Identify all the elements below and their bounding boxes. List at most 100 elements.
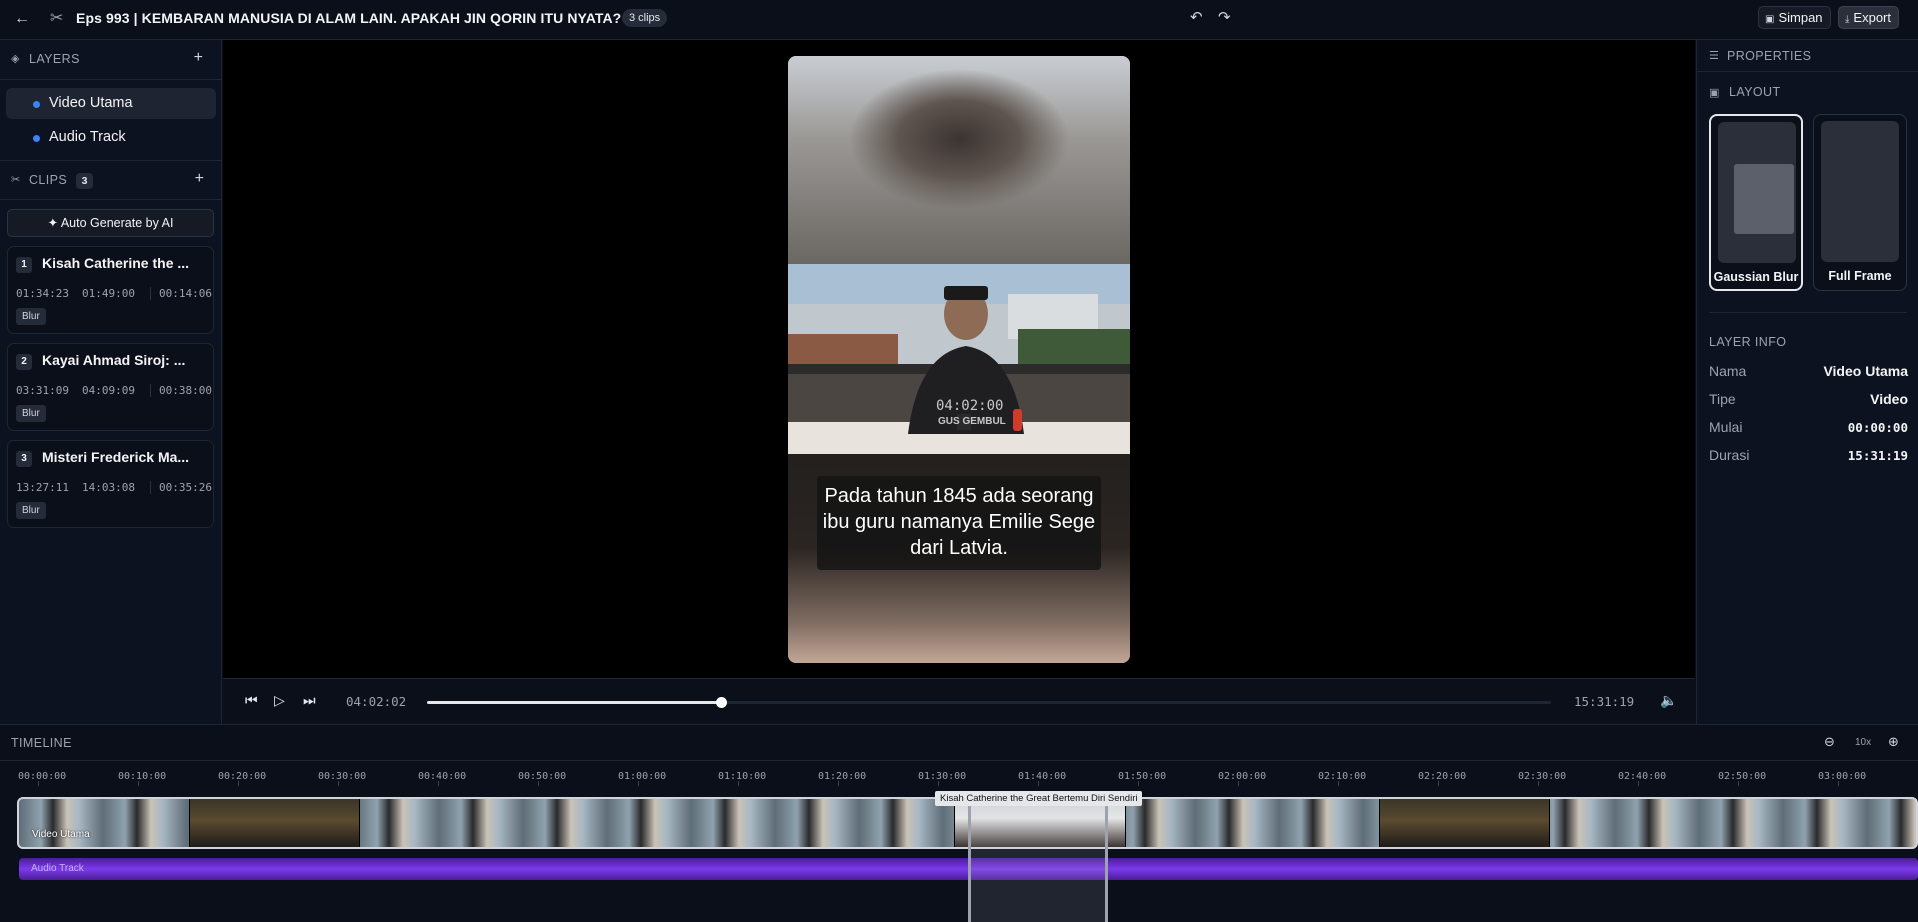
seek-bar-handle[interactable]	[716, 697, 728, 708]
clip-layout-tag: Blur	[16, 308, 46, 325]
video-overlay-timestamp: 04:02:00	[936, 398, 1004, 414]
layout-option-gaussian-blur[interactable]: Gaussian Blur	[1709, 114, 1803, 291]
selected-clip-range[interactable]	[968, 799, 1108, 922]
timeline-tick-mark	[338, 781, 339, 786]
subtitle-caption[interactable]: Pada tahun 1845 ada seorang ibu guru nam…	[817, 476, 1101, 570]
seek-bar-progress	[427, 701, 722, 704]
layer-item-audio-track[interactable]: Audio Track	[6, 122, 216, 153]
timeline-tick-label: 01:20:00	[818, 771, 867, 782]
selected-clip-tooltip: Kisah Catherine the Great Bertemu Diri S…	[935, 791, 1143, 806]
timeline-panel: TIMELINE ⊖ 10x ⊕ 00:00:00 00:10:00 00:20:0…	[0, 724, 1918, 922]
timeline-tick-label: 01:40:00	[1018, 771, 1067, 782]
timeline-tick-label: 01:00:00	[618, 771, 667, 782]
scissors-icon: ✂	[11, 174, 21, 186]
timeline-tick-mark	[1338, 781, 1339, 786]
layout-option-label: Gaussian Blur	[1713, 270, 1799, 284]
clip-end: 01:49:00	[82, 287, 135, 300]
volume-icon[interactable]: 🔈	[1660, 692, 1677, 709]
skip-forward-icon[interactable]: ⏭	[303, 692, 316, 709]
timeline-tick-mark	[1638, 781, 1639, 786]
skip-back-icon[interactable]: ⏮	[245, 692, 258, 709]
timeline-tick-mark	[538, 781, 539, 786]
undo-icon[interactable]: ↶	[1190, 8, 1203, 26]
clip-title: Misteri Frederick Ma...	[42, 449, 190, 465]
timeline-tick-label: 02:40:00	[1618, 771, 1667, 782]
clip-title: Kayai Ahmad Siroj: ...	[42, 352, 186, 368]
timeline-tick-label: 01:50:00	[1118, 771, 1167, 782]
seek-bar[interactable]	[427, 697, 1551, 708]
video-track-segment	[189, 799, 360, 847]
layout-thumbnail	[1718, 122, 1796, 263]
timeline-tick-label: 01:30:00	[918, 771, 967, 782]
clip-card[interactable]: 3 Misteri Frederick Ma... 13:27:11 14:03…	[7, 440, 214, 528]
timeline-tick-mark	[1538, 781, 1539, 786]
layer-info-row: Nama Video Utama	[1709, 363, 1908, 383]
timeline-tick-label: 00:50:00	[518, 771, 567, 782]
properties-heading: PROPERTIES	[1727, 49, 1812, 63]
sliders-icon: ☰	[1709, 50, 1719, 62]
layers-header: ◈ LAYERS +	[0, 40, 221, 80]
timeline-tick-label: 02:20:00	[1418, 771, 1467, 782]
timeline-tick-label: 02:50:00	[1718, 771, 1767, 782]
layer-item-video-utama[interactable]: Video Utama	[6, 88, 216, 119]
timeline-tick-mark	[1038, 781, 1039, 786]
play-icon[interactable]: ▷	[274, 692, 285, 709]
timeline-tick-label: 00:10:00	[118, 771, 167, 782]
scissors-icon: ✂	[50, 10, 64, 27]
layer-info-key: Durasi	[1709, 447, 1750, 463]
audio-track-label: Audio Track	[31, 863, 84, 874]
clip-duration: 00:38:00	[150, 384, 212, 397]
save-icon: ▣	[1765, 14, 1775, 25]
timeline-tick-mark	[138, 781, 139, 786]
zoom-in-icon[interactable]: ⊕	[1888, 734, 1899, 750]
timeline-heading: TIMELINE	[11, 736, 72, 750]
timeline-ruler[interactable]: 00:00:00 00:10:00 00:20:00 00:30:00 00:40:00…	[0, 761, 1918, 787]
timeline-tick-mark	[838, 781, 839, 786]
timeline-header: TIMELINE ⊖ 10x ⊕	[0, 725, 1918, 761]
layer-info-value: Video Utama	[1823, 363, 1908, 379]
layer-info-value: Video	[1870, 391, 1908, 407]
layout-heading: LAYOUT	[1729, 85, 1781, 99]
layer-info-row: Mulai 00:00:00	[1709, 419, 1908, 439]
timeline-tick-label: 00:00:00	[18, 771, 67, 782]
timeline-tick-mark	[738, 781, 739, 786]
clip-start: 03:31:09	[16, 384, 69, 397]
zoom-out-icon[interactable]: ⊖	[1824, 734, 1835, 750]
arrow-left-icon[interactable]: ←	[14, 10, 30, 28]
clip-card[interactable]: 2 Kayai Ahmad Siroj: ... 03:31:09 04:09:…	[7, 343, 214, 431]
save-button[interactable]: ▣ Simpan	[1758, 6, 1831, 29]
add-layer-button[interactable]: +	[194, 49, 203, 67]
layer-dot	[33, 135, 40, 142]
layer-info-value: 00:00:00	[1847, 420, 1908, 435]
clip-title: Kisah Catherine the ...	[42, 255, 190, 271]
video-track-label: Video Utama	[32, 829, 90, 840]
preview-area: 04:02:00 GUS GEMBUL Pada tahun 1845 ada …	[223, 40, 1695, 678]
clip-card[interactable]: 1 Kisah Catherine the ... 01:34:23 01:49…	[7, 246, 214, 334]
timeline-tick-label: 00:40:00	[418, 771, 467, 782]
video-track-segment	[1379, 799, 1550, 847]
layer-label: Audio Track	[49, 129, 126, 145]
top-bar: ← ✂ Eps 993 | KEMBARAN MANUSIA DI ALAM L…	[0, 0, 1918, 40]
auto-generate-button[interactable]: ✦ Auto Generate by AI	[7, 209, 214, 237]
save-label: Simpan	[1778, 10, 1823, 25]
layout-option-full-frame[interactable]: Full Frame	[1813, 114, 1907, 291]
timeline-tick-label: 00:20:00	[218, 771, 267, 782]
timeline-tick-mark	[238, 781, 239, 786]
video-overlay-watermark: GUS GEMBUL	[938, 416, 1006, 427]
clips-count-badge: 3 clips	[622, 9, 668, 27]
layers-icon: ◈	[11, 53, 20, 65]
layout-thumbnail-frame	[1734, 164, 1794, 234]
layout-option-label: Full Frame	[1828, 269, 1892, 283]
timeline-tick-mark	[1838, 781, 1839, 786]
clips-heading: CLIPS	[29, 173, 68, 187]
layer-info-row: Tipe Video	[1709, 391, 1908, 411]
export-button[interactable]: ⤓ Export	[1838, 6, 1899, 29]
current-time: 04:02:02	[346, 694, 407, 709]
clip-duration: 00:14:06	[150, 287, 212, 300]
vertical-video-preview[interactable]: 04:02:00 GUS GEMBUL Pada tahun 1845 ada …	[788, 56, 1130, 663]
clip-start: 01:34:23	[16, 287, 69, 300]
add-clip-button[interactable]: +	[195, 170, 204, 188]
timeline-tick-mark	[638, 781, 639, 786]
redo-icon[interactable]: ↷	[1218, 8, 1231, 26]
layer-dot	[33, 101, 40, 108]
